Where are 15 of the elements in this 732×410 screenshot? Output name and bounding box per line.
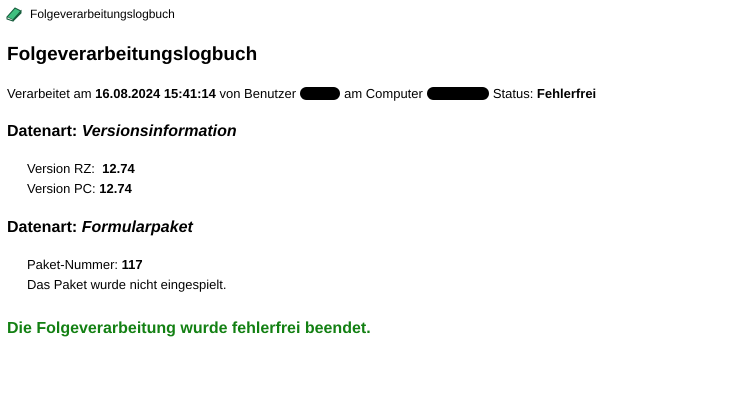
book-icon xyxy=(6,6,22,22)
info-text: am Computer xyxy=(344,84,423,103)
section-heading: Datenart: Versionsinformation xyxy=(7,122,238,142)
redaction-mark xyxy=(300,87,340,100)
result-message: Die Folgeverarbeitung wurde fehlerfrei beendet. xyxy=(7,319,372,340)
info-text: Status: Fehlerfrei xyxy=(492,84,596,103)
info-text: Version PC: 12.74 xyxy=(27,180,132,198)
section-heading: Datenart: Formularpaket xyxy=(7,218,194,238)
info-text: Das Paket wurde nicht eingespielt. xyxy=(27,276,226,294)
info-text: Paket-Nummer: 117 xyxy=(27,256,143,274)
info-text: Verarbeitet am 16.08.2024 15:41:14 von Benutzer xyxy=(7,84,296,103)
info-text: Version RZ: 12.74 xyxy=(27,160,135,178)
window-title: Folgeverarbeitungslogbuch xyxy=(30,6,175,23)
page-heading: Folgeverarbeitungslogbuch xyxy=(7,44,258,67)
redaction-mark xyxy=(426,87,489,100)
